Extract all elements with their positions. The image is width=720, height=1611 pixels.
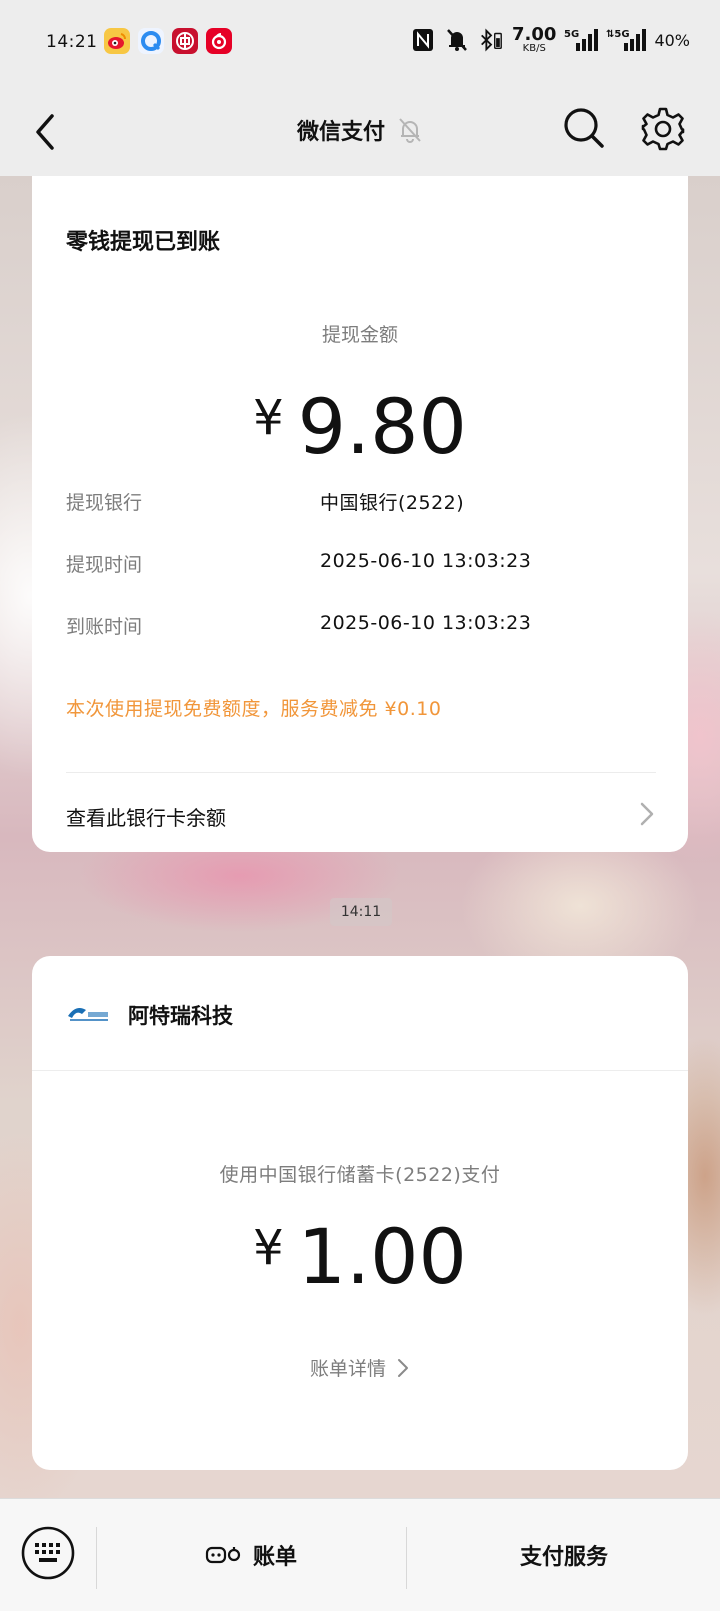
menu-separator — [406, 1527, 407, 1589]
svg-text:5G: 5G — [564, 29, 579, 40]
keyboard-icon — [21, 1526, 75, 1580]
gear-icon — [641, 107, 685, 151]
chat-timestamp: 14:11 — [330, 898, 392, 926]
withdraw-title: 零钱提现已到账 — [66, 230, 221, 255]
bill-emoji-icon — [205, 1546, 241, 1564]
payment-amount-value: 1.00 — [297, 1212, 467, 1301]
merchant-logo — [68, 1008, 108, 1021]
currency-symbol: ¥ — [253, 1220, 284, 1276]
fee-waiver-note: 本次使用提现免费额度，服务费减免 ¥0.10 — [66, 698, 442, 720]
nfc-icon — [410, 26, 436, 54]
chevron-right-icon — [398, 1358, 408, 1377]
chevron-right-icon — [640, 802, 654, 826]
battery-percent: 40% — [654, 30, 690, 50]
withdraw-amount: ¥9.80 — [32, 382, 688, 471]
netease-music-app-icon — [206, 28, 232, 54]
muted-notification-icon — [399, 118, 421, 143]
title-bar: 微信支付 — [0, 88, 720, 176]
signal-5g-icon: 5G — [564, 26, 599, 54]
withdraw-amount-value: 9.80 — [297, 382, 467, 471]
page-title: 微信支付 — [0, 114, 720, 146]
bank-app-icon — [172, 28, 198, 54]
net-speed: 7.00 KB/S — [512, 24, 557, 54]
svg-text:⇅5G: ⇅5G — [606, 29, 630, 40]
view-bank-balance-link[interactable]: 查看此银行卡余额 — [66, 802, 226, 831]
currency-symbol: ¥ — [253, 390, 284, 446]
bottom-menu-bar: 账单 支付服务 — [0, 1498, 720, 1611]
bill-details-link[interactable]: 账单详情 — [32, 1354, 688, 1381]
withdraw-amount-label: 提现金额 — [321, 324, 398, 346]
search-icon — [564, 108, 604, 148]
menu-payment-services[interactable]: 支付服务 — [408, 1499, 720, 1611]
merchant-name: 阿特瑞科技 — [128, 1004, 233, 1028]
mute-bell-icon — [444, 26, 470, 54]
withdraw-notice-card[interactable]: 零钱提现已到账 提现金额 ¥9.80 提现银行 中国银行(2522) 提现时间 … — [32, 176, 688, 852]
weibo-app-icon — [104, 28, 130, 54]
status-bar: 14:21 7.00 KB/S 5G ⇅5G 40% — [0, 0, 720, 88]
payment-method: 使用中国银行储蓄卡(2522)支付 — [219, 1164, 501, 1186]
search-button[interactable] — [562, 106, 606, 150]
status-app-icons — [104, 28, 232, 54]
settings-button[interactable] — [640, 106, 686, 152]
keyboard-toggle-button[interactable] — [20, 1525, 76, 1581]
divider — [66, 772, 656, 773]
payment-card[interactable]: 阿特瑞科技 使用中国银行储蓄卡(2522)支付 ¥1.00 账单详情 — [32, 956, 688, 1470]
divider — [32, 1070, 688, 1071]
signal-5g-icon-2: ⇅5G — [606, 26, 647, 54]
browser-app-icon — [138, 28, 164, 54]
bluetooth-battery-icon — [478, 26, 504, 54]
payment-amount: ¥1.00 — [32, 1212, 688, 1301]
status-time: 14:21 — [46, 32, 98, 52]
status-indicators: 7.00 KB/S 5G ⇅5G 40% — [410, 26, 690, 54]
menu-bills[interactable]: 账单 — [96, 1499, 406, 1611]
